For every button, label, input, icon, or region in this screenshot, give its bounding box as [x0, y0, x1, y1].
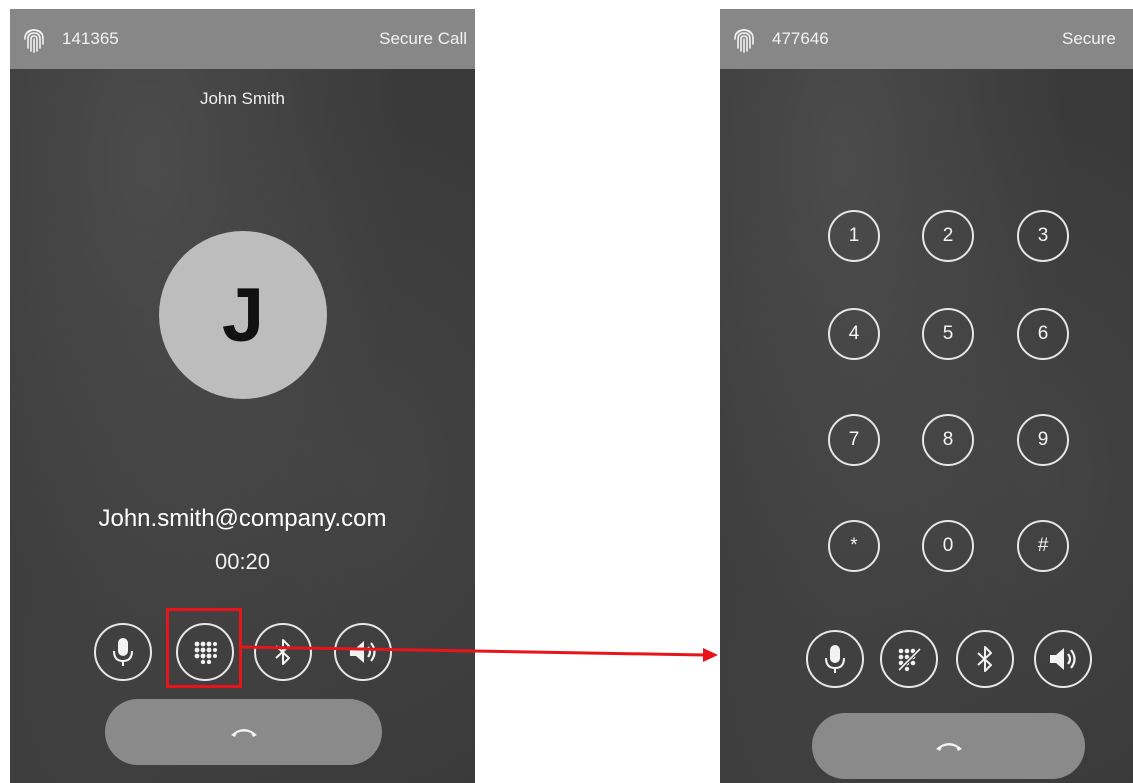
- transition-arrow: [241, 645, 718, 662]
